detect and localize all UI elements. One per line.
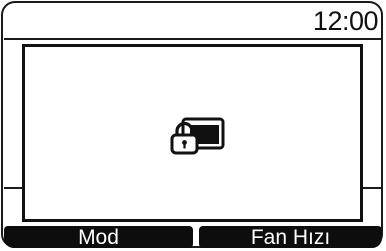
clock-time: 12:00 xyxy=(312,6,379,36)
lock-screen-icon xyxy=(170,117,225,155)
softkey-bar: Mod Fan Hızı xyxy=(4,226,382,249)
fan-speed-softkey[interactable]: Fan Hızı xyxy=(199,226,382,249)
header-divider xyxy=(4,38,382,40)
divider-right xyxy=(362,187,382,189)
mode-softkey[interactable]: Mod xyxy=(4,226,193,249)
divider-left xyxy=(4,187,24,189)
remote-display: 12:00 Mod Fan Hızı xyxy=(0,0,386,251)
